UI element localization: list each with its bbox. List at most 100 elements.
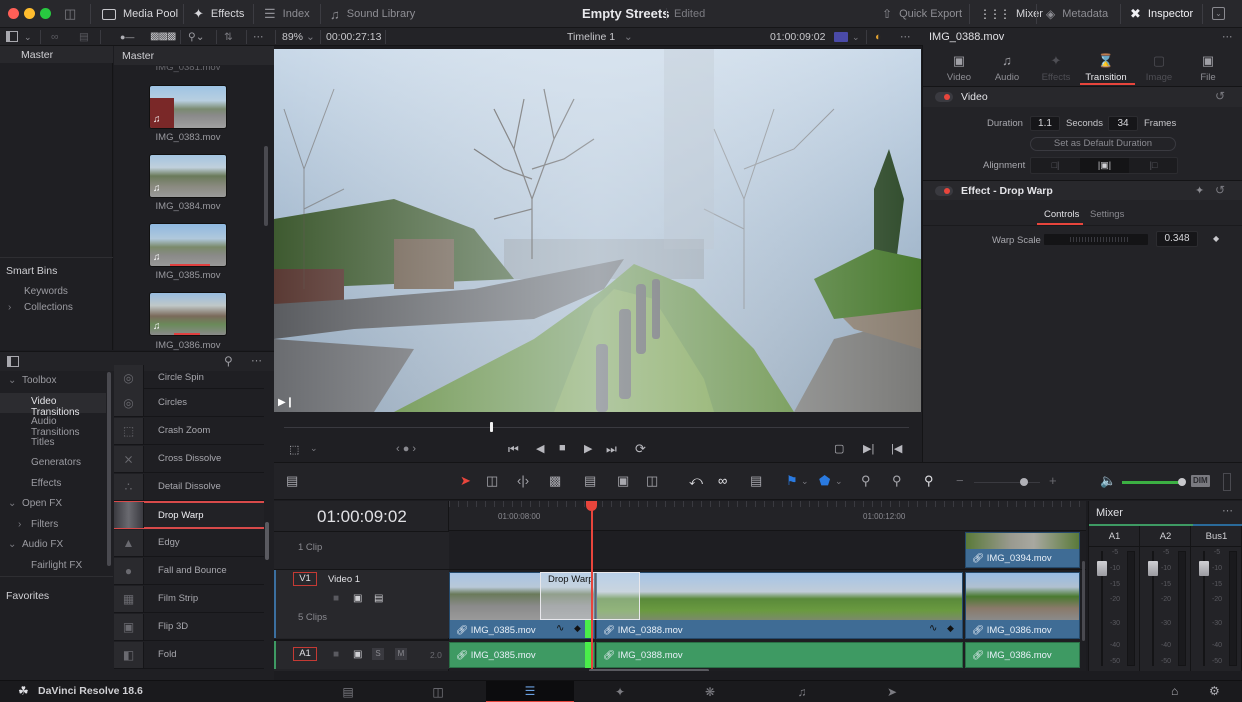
page-color-button[interactable]: ❋ — [666, 681, 754, 702]
clip-thumbnail[interactable]: ♫ — [149, 154, 227, 198]
chevron-down-icon[interactable]: ⌄ — [852, 28, 860, 46]
chevron-down-icon[interactable]: ⌄ — [801, 476, 809, 487]
effect-enable-toggle[interactable] — [935, 186, 953, 196]
tab-video[interactable]: ▣ Video — [934, 53, 984, 83]
keyframe-icon[interactable]: ◆ — [1213, 234, 1219, 243]
go-to-end-button[interactable]: ⏭ — [606, 442, 617, 457]
tree-item-filters[interactable]: › Filters — [0, 516, 106, 536]
clip-a1[interactable]: 🔗︎ IMG_0388.mov — [596, 642, 963, 668]
page-cut-button[interactable]: ◫ — [394, 681, 482, 702]
smart-bin-keywords[interactable]: Keywords — [24, 286, 68, 297]
unlink-icon[interactable]: ∞ — [51, 28, 59, 46]
scrubber-handle[interactable] — [490, 422, 494, 432]
tab-effects[interactable]: ✦ Effects — [1031, 53, 1081, 83]
transition-item[interactable]: ▣ Flip 3D — [114, 613, 264, 641]
search-icon[interactable]: ⚲⌄ — [188, 28, 205, 46]
more-options-icon[interactable]: ⋯ — [251, 354, 262, 367]
bin-list-icon[interactable]: ▤ — [79, 28, 89, 46]
clip-a1[interactable]: 🔗︎ IMG_0385.mov — [449, 642, 595, 668]
chevron-down-icon[interactable]: ⌄ — [8, 375, 16, 386]
go-to-start-button[interactable]: ⏮ — [508, 442, 519, 457]
warp-scale-input[interactable]: 0.348 — [1156, 231, 1198, 247]
viewer-zoom-select[interactable]: 89% ⌄ — [282, 28, 315, 46]
previous-edit-button[interactable]: |◀ — [891, 442, 902, 455]
transition-item[interactable]: ◎ Circles — [114, 389, 264, 417]
page-fairlight-button[interactable]: ♫ — [758, 681, 846, 702]
zoom-detail-icon[interactable]: ⚲ — [892, 473, 902, 489]
a1-destination-badge[interactable]: A1 — [293, 647, 317, 661]
curve-icon[interactable]: ∿ — [556, 623, 564, 634]
tree-item-audio-transitions[interactable]: Audio Transitions — [0, 413, 106, 438]
track-header-a1[interactable]: A1 ■ ▣ S M 2.0 — [274, 641, 449, 669]
transition-item[interactable]: Drop Warp — [114, 501, 264, 529]
search-icon[interactable]: ⚲ — [224, 354, 233, 368]
sort-icon[interactable]: ⇅ — [224, 28, 233, 46]
transition-item[interactable]: ▦ Film Strip — [114, 585, 264, 613]
chevron-right-icon[interactable]: › — [8, 302, 11, 313]
track-lock-icon[interactable]: ■ — [333, 593, 339, 604]
blade-tool-icon[interactable]: ▩ — [549, 473, 561, 489]
chevron-down-icon[interactable]: ⌄ — [24, 28, 32, 46]
close-window-button[interactable] — [8, 8, 19, 19]
trim-tool-icon[interactable]: ◫ — [486, 473, 498, 489]
page-edit-button[interactable]: ☰ — [486, 681, 574, 702]
color-viewer-icon[interactable]: ◐ — [875, 28, 881, 46]
set-default-duration-button[interactable]: Set as Default Duration — [1030, 137, 1176, 151]
page-media-button[interactable]: ▤ — [304, 681, 392, 702]
fader-knob[interactable] — [1097, 561, 1107, 576]
tree-scrollbar[interactable] — [107, 372, 111, 566]
bin-scrollbar[interactable] — [264, 146, 268, 226]
settings-gear-icon[interactable]: ⚙ — [1209, 684, 1220, 698]
zoom-slider-knob[interactable] — [1019, 478, 1028, 486]
match-frame-icon[interactable]: ▢ — [834, 442, 844, 455]
tree-item-open-fx[interactable]: ⌄ Open FX — [0, 495, 106, 515]
effects-button[interactable]: ✦ Effects — [193, 0, 244, 28]
selection-tool-icon[interactable]: ➤ — [460, 473, 471, 489]
metadata-button[interactable]: ◈ Metadata — [1046, 0, 1108, 28]
tab-audio[interactable]: ♫ Audio — [982, 53, 1032, 83]
timeline-tracks[interactable]: 01:00:08:00 01:00:12:00 🔗︎ IMG_0394.mov … — [449, 501, 1086, 671]
tree-item-titles[interactable]: Titles — [0, 434, 106, 454]
mixer-button[interactable]: ⋮⋮⋮ Mixer — [979, 0, 1043, 28]
play-next-icon[interactable]: ▶❙ — [278, 397, 294, 408]
snapping-icon[interactable]: ⤺ — [689, 473, 703, 489]
smart-bin-collections[interactable]: Collections — [24, 302, 73, 313]
align-center-button[interactable]: |▣| — [1080, 158, 1129, 173]
tree-item-toolbox[interactable]: ⌄ Toolbox — [0, 372, 106, 392]
clip-thumbnail[interactable]: ♫ — [149, 85, 227, 129]
timeline-view-options-icon[interactable]: ▤ — [286, 473, 298, 489]
subtab-settings[interactable]: Settings — [1090, 209, 1124, 220]
marker-icon[interactable]: ⬟ — [819, 473, 830, 489]
warp-scale-slider[interactable] — [1044, 234, 1148, 245]
transition-item[interactable]: ∴ Detail Dissolve — [114, 473, 264, 501]
quick-export-button[interactable]: ⇧ Quick Export — [882, 0, 962, 28]
jog-control[interactable]: ‹ ● › — [396, 443, 416, 455]
overwrite-clip-icon[interactable]: ▣ — [617, 473, 629, 489]
position-lock-icon[interactable]: ▤ — [750, 473, 762, 489]
tree-item-effects[interactable]: Effects — [0, 475, 106, 495]
tree-item-video-transitions[interactable]: Video Transitions — [0, 392, 106, 418]
duration-seconds-input[interactable]: 1.1 — [1030, 116, 1060, 131]
dynamic-trim-icon[interactable]: ‹|› — [517, 473, 529, 488]
volume-speaker-icon[interactable]: 🔈 — [1100, 473, 1116, 489]
track-lock-icon[interactable]: ■ — [333, 649, 339, 660]
clip-thumbnail[interactable]: ♫ — [149, 223, 227, 267]
transition-item[interactable]: ⬚ Crash Zoom — [114, 417, 264, 445]
playhead[interactable] — [591, 501, 593, 671]
duration-frames-input[interactable]: 34 — [1108, 116, 1138, 131]
track-enable-icon[interactable]: ▤ — [374, 593, 383, 604]
timeline-ruler[interactable]: 01:00:08:00 01:00:12:00 — [449, 501, 1086, 531]
fader-knob[interactable] — [1199, 561, 1209, 576]
timeline-selector[interactable]: Timeline 1 ⌄ — [567, 28, 633, 46]
transition-item[interactable]: ⨯ Cross Dissolve — [114, 445, 264, 473]
timeline-vertical-scrollbar[interactable] — [1082, 561, 1085, 641]
timeline-horizontal-scrollbar[interactable] — [589, 669, 709, 671]
index-button[interactable]: ☰ Index — [264, 0, 310, 28]
more-options-icon[interactable]: ⋯ — [1222, 504, 1233, 517]
volume-slider-knob[interactable] — [1178, 478, 1186, 486]
fps-badge-icon[interactable] — [834, 32, 848, 42]
tree-item-generators[interactable]: Generators — [0, 454, 106, 474]
track-header-v2[interactable]: 1 Clip — [274, 532, 449, 569]
transition-item[interactable]: ● Fall and Bounce — [114, 557, 264, 585]
zoom-out-button[interactable]: − — [956, 473, 964, 488]
